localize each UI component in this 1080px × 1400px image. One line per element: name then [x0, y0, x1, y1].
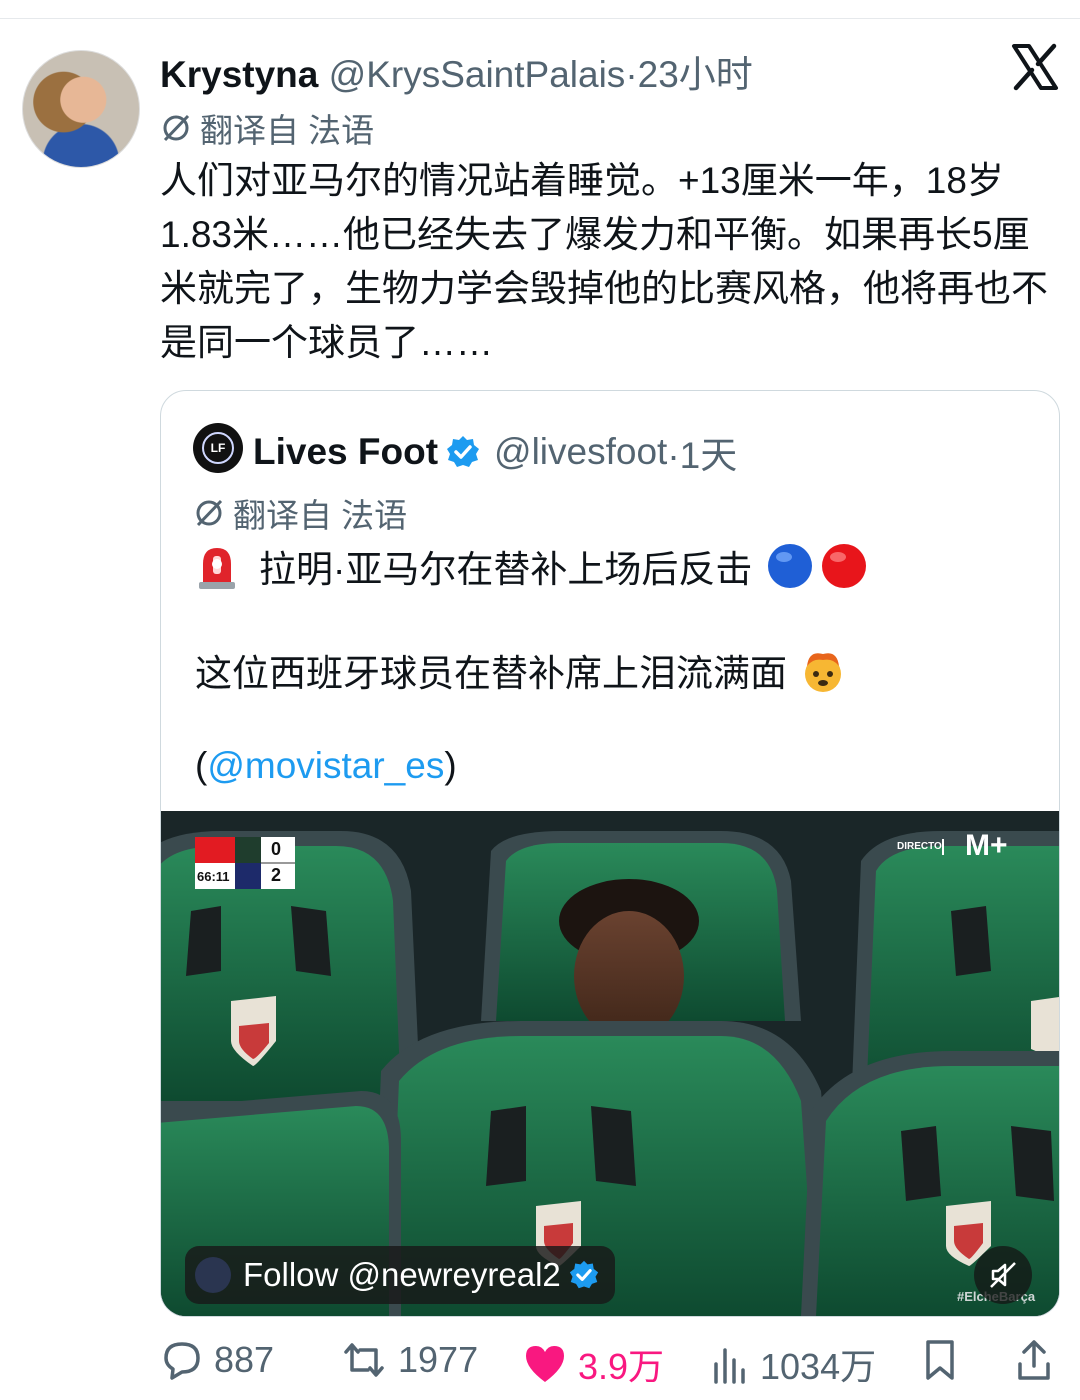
share-upload-icon	[1018, 1340, 1050, 1380]
bookmark-icon	[926, 1340, 954, 1380]
repost-count: 1977	[398, 1339, 479, 1380]
quoted-line-2-text: 这位西班牙球员在替补席上泪流满面	[195, 653, 787, 694]
muted-speaker-icon	[990, 1262, 1016, 1288]
tweet-time[interactable]: ·23小时	[625, 54, 752, 95]
author-name[interactable]: Krystyna	[160, 54, 318, 95]
reply-count: 887	[214, 1339, 275, 1380]
top-divider	[0, 18, 1080, 19]
reply-icon	[164, 1342, 200, 1380]
quoted-line-1-text: 拉明·亚马尔在替补上场后反击	[259, 549, 753, 590]
reply-button[interactable]: 887	[160, 1338, 274, 1382]
score-away: 2	[271, 865, 282, 885]
views-button[interactable]: 1034万	[710, 1338, 876, 1390]
follow-overlay-button[interactable]: Follow @newreyreal2	[185, 1246, 615, 1304]
blue-circle-emoji-icon	[768, 544, 813, 588]
author-avatar[interactable]	[22, 50, 140, 168]
heart-filled-icon	[526, 1346, 564, 1382]
quoted-author-name[interactable]: Lives Foot	[253, 431, 438, 473]
movistar-mention-link[interactable]: @movistar_es	[207, 745, 444, 787]
paren-open: (	[195, 745, 208, 786]
verified-badge-icon	[569, 1260, 598, 1289]
share-button[interactable]	[1014, 1338, 1064, 1382]
video-player[interactable]: 0 2 66:11 DIRECTO M+ #ElcheBarça	[161, 811, 1059, 1316]
broadcaster-label: DIRECTO	[897, 841, 942, 852]
mute-button[interactable]	[974, 1246, 1032, 1304]
match-clock: 66:11	[197, 869, 230, 884]
translated-label-text: 翻译自 法语	[200, 112, 375, 149]
views-bar-chart-icon	[714, 1348, 745, 1384]
translated-label[interactable]: 翻译自 法语	[160, 104, 374, 152]
follow-text: Follow @newreyreal2	[243, 1256, 561, 1293]
translate-icon	[163, 114, 190, 142]
views-count: 1034万	[760, 1346, 877, 1387]
like-button[interactable]: 3.9万	[522, 1338, 664, 1390]
quoted-line-1: 拉明·亚马尔在替补上场后反击	[195, 539, 868, 593]
quoted-translated-label[interactable]: 翻译自 法语	[193, 489, 407, 537]
quoted-tweet-card[interactable]: LF Lives Foot @livesfoot ·1天 翻译自 法语 拉明·亚马…	[160, 390, 1060, 1317]
quoted-author-avatar[interactable]: LF	[193, 423, 243, 473]
tweet-text: 人们对亚马尔的情况站着睡觉。+13厘米一年，18岁 1.83米……他已经失去了爆…	[160, 160, 1048, 363]
quoted-line-3: (@movistar_es)	[195, 745, 457, 787]
score-home: 0	[271, 839, 282, 859]
bookmark-button[interactable]	[920, 1338, 970, 1382]
quoted-translated-label-text: 翻译自 法语	[233, 497, 408, 534]
x-logo-icon[interactable]	[1010, 42, 1060, 92]
verified-badge-icon	[447, 436, 480, 467]
video-frame	[161, 811, 1059, 1316]
red-circle-emoji-icon	[822, 544, 867, 588]
follow-avatar	[195, 1257, 231, 1293]
translate-icon	[196, 499, 223, 527]
quoted-tweet-header: Lives Foot @livesfoot ·1天	[253, 425, 737, 479]
like-count: 3.9万	[578, 1346, 665, 1387]
repost-icon	[344, 1343, 384, 1377]
broadcaster-logo: M+	[965, 829, 1008, 862]
quoted-tweet-time[interactable]: ·1天	[667, 425, 737, 479]
exploding-head-emoji-icon	[805, 653, 841, 692]
quoted-author-handle[interactable]: @livesfoot	[494, 431, 667, 473]
quoted-line-2: 这位西班牙球员在替补席上泪流满面	[195, 643, 847, 697]
author-handle[interactable]: @KrysSaintPalais	[329, 54, 626, 95]
siren-emoji-icon	[199, 548, 235, 589]
tweet-actions-bar: 887 1977 3.9万 1034万	[0, 1330, 1080, 1390]
tweet-header: Krystyna @KrysSaintPalais·23小时	[160, 44, 753, 98]
paren-close: )	[444, 745, 457, 786]
repost-button[interactable]: 1977	[340, 1338, 478, 1382]
